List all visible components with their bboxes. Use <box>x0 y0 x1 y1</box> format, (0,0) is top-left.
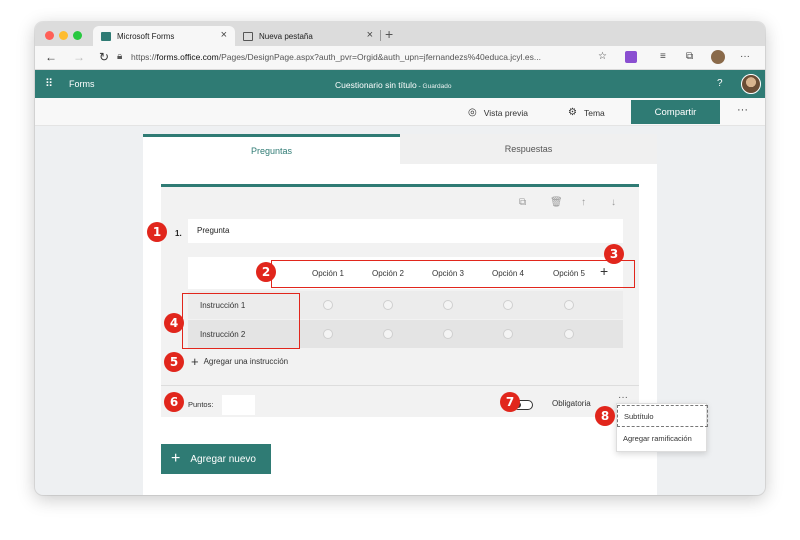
url-path: /Pages/DesignPage.aspx?auth_pvr=Orgid&au… <box>218 52 541 62</box>
browser-tab-strip: Microsoft Forms × Nueva pestaña × + <box>35 22 765 46</box>
move-down-icon[interactable]: ↓ <box>611 197 616 208</box>
likert-radio[interactable] <box>564 300 574 310</box>
eye-icon: ◎ <box>468 107 477 118</box>
minimize-window-button[interactable] <box>59 31 68 40</box>
maximize-window-button[interactable] <box>73 31 82 40</box>
close-window-button[interactable] <box>45 31 54 40</box>
palette-icon: ⚙ <box>568 107 577 118</box>
options-highlight-box <box>271 260 635 288</box>
browser-tab-microsoft-forms[interactable]: Microsoft Forms × <box>93 26 235 46</box>
forms-app-icon <box>101 31 111 41</box>
likert-radio[interactable] <box>443 300 453 310</box>
tab-questions[interactable]: Preguntas <box>143 134 400 164</box>
tab-label: Nueva pestaña <box>259 31 313 41</box>
close-tab-icon[interactable]: × <box>221 29 227 41</box>
points-input[interactable] <box>222 395 255 415</box>
app-name[interactable]: Forms <box>69 79 95 89</box>
tab-label: Microsoft Forms <box>117 31 175 41</box>
reload-icon[interactable]: ↻ <box>99 50 109 64</box>
collections-icon[interactable]: ⧉ <box>686 51 693 62</box>
move-up-icon[interactable]: ↑ <box>581 197 586 208</box>
theme-label: Tema <box>583 107 605 118</box>
tab-responses[interactable]: Respuestas <box>400 134 657 164</box>
points-label: Puntos: <box>188 400 214 409</box>
browser-more-icon[interactable]: ··· <box>740 51 750 62</box>
favorites-list-icon[interactable]: ≡ <box>660 51 666 62</box>
likert-radio[interactable] <box>503 300 513 310</box>
annotation-badge-2: 2 <box>256 262 276 282</box>
user-avatar[interactable] <box>741 74 761 94</box>
add-statement-button[interactable]: + Agregar una instrucción <box>191 354 288 369</box>
forms-app-header: ⠿ Forms Cuestionario sin título - Guarda… <box>35 70 765 98</box>
annotation-badge-6: 6 <box>164 392 184 412</box>
menu-item-add-branching[interactable]: Agregar ramificación <box>617 428 708 450</box>
likert-radio[interactable] <box>383 300 393 310</box>
annotation-badge-5: 5 <box>164 352 184 372</box>
statements-highlight-box <box>182 293 300 349</box>
required-label: Obligatoria <box>552 399 591 408</box>
browser-tab-new-tab[interactable]: Nueva pestaña × <box>235 26 381 46</box>
extension-icon[interactable] <box>625 51 637 63</box>
browser-window: Microsoft Forms × Nueva pestaña × + ← → … <box>35 22 765 495</box>
question-options-menu: Subtítulo Agregar ramificación <box>616 403 708 452</box>
address-bar-row: ← → ↻ 🔒︎ https://forms.office.com/Pages/… <box>35 46 765 70</box>
help-icon[interactable]: ? <box>717 78 723 89</box>
document-title: Cuestionario sin título - Guardado <box>335 80 451 90</box>
favorite-star-icon[interactable]: ☆ <box>598 51 607 62</box>
url-scheme: https:// <box>131 52 157 62</box>
command-bar: ◎ Vista previa ⚙ Tema Compartir ··· <box>35 98 765 126</box>
likert-radio[interactable] <box>383 329 393 339</box>
menu-item-subtitle[interactable]: Subtítulo <box>617 405 708 427</box>
back-arrow-icon[interactable]: ← <box>45 50 57 64</box>
saved-status: - Guardado <box>416 83 452 90</box>
copy-question-icon[interactable]: ⧉ <box>519 197 526 208</box>
add-new-button[interactable]: + Agregar nuevo <box>161 444 271 474</box>
annotation-badge-4: 4 <box>164 313 184 333</box>
share-button[interactable]: Compartir <box>631 100 720 124</box>
likert-radio[interactable] <box>323 300 333 310</box>
plus-icon: + <box>191 354 199 369</box>
question-title-input[interactable]: Pregunta <box>188 219 623 243</box>
annotation-badge-3: 3 <box>604 244 624 264</box>
annotation-badge-1: 1 <box>147 222 167 242</box>
form-tabs: Preguntas Respuestas <box>143 134 657 164</box>
preview-button[interactable]: ◎ Vista previa <box>468 107 528 118</box>
add-statement-label: Agregar una instrucción <box>203 357 289 366</box>
question-number: 1. <box>175 229 182 238</box>
theme-button[interactable]: ⚙ Tema <box>568 107 605 118</box>
annotation-badge-8: 8 <box>595 406 615 426</box>
delete-question-icon[interactable]: 🗑︎ <box>550 197 563 208</box>
likert-radio[interactable] <box>443 329 453 339</box>
question-more-icon[interactable]: ··· <box>618 392 628 403</box>
plus-icon: + <box>171 450 181 467</box>
close-tab-icon[interactable]: × <box>367 29 373 41</box>
new-tab-button[interactable]: + <box>385 26 393 42</box>
forward-arrow-icon[interactable]: → <box>73 50 85 64</box>
profile-avatar[interactable] <box>711 50 725 64</box>
lock-icon: 🔒︎ <box>117 51 123 62</box>
tab-divider <box>380 30 381 41</box>
url-field[interactable]: https://forms.office.com/Pages/DesignPag… <box>131 52 541 62</box>
likert-radio[interactable] <box>323 329 333 339</box>
annotation-badge-7: 7 <box>500 392 520 412</box>
add-new-label: Agregar nuevo <box>190 453 256 465</box>
likert-radio[interactable] <box>503 329 513 339</box>
url-host: forms.office.com <box>156 52 219 62</box>
app-launcher-icon[interactable]: ⠿ <box>45 77 53 90</box>
likert-radio[interactable] <box>564 329 574 339</box>
question-footer: Puntos: Obligatoria ··· <box>161 385 639 420</box>
more-options-icon[interactable]: ··· <box>737 104 748 116</box>
preview-label: Vista previa <box>483 107 528 118</box>
form-title: Cuestionario sin título <box>335 80 417 90</box>
new-tab-page-icon <box>243 31 253 41</box>
